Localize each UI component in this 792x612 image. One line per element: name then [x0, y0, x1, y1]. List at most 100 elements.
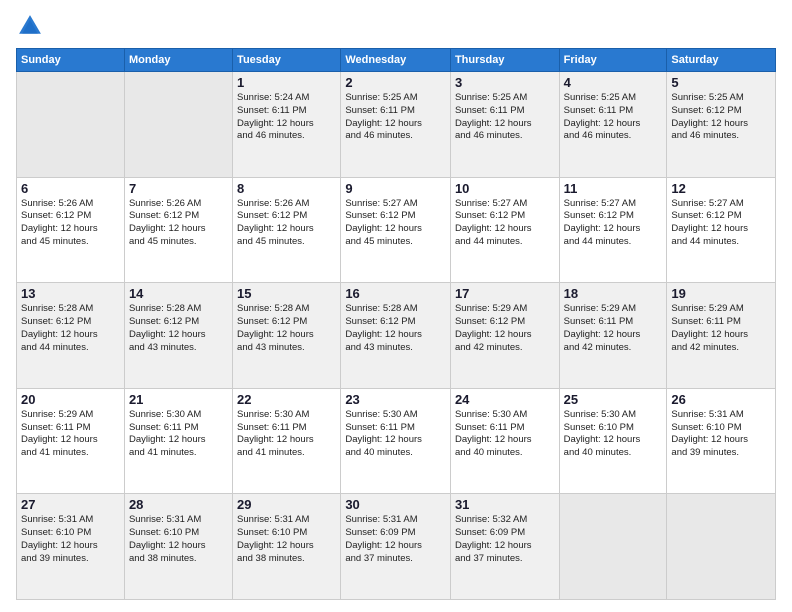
- day-detail: Sunrise: 5:26 AM Sunset: 6:12 PM Dayligh…: [237, 198, 336, 249]
- day-number: 22: [237, 392, 336, 407]
- calendar-cell: 14 Sunrise: 5:28 AM Sunset: 6:12 PM Dayli…: [124, 283, 232, 389]
- day-number: 12: [671, 181, 771, 196]
- calendar-cell: 8 Sunrise: 5:26 AM Sunset: 6:12 PM Daylig…: [233, 177, 341, 283]
- day-detail: Sunrise: 5:25 AM Sunset: 6:11 PM Dayligh…: [455, 92, 555, 143]
- day-detail: Sunrise: 5:27 AM Sunset: 6:12 PM Dayligh…: [345, 198, 446, 249]
- day-number: 9: [345, 181, 446, 196]
- calendar-cell: 11 Sunrise: 5:27 AM Sunset: 6:12 PM Dayli…: [559, 177, 667, 283]
- calendar-cell: 19 Sunrise: 5:29 AM Sunset: 6:11 PM Dayli…: [667, 283, 776, 389]
- calendar-cell: 23Sunrise: 5:30 AM Sunset: 6:11 PM Dayli…: [341, 388, 451, 494]
- day-detail: Sunrise: 5:25 AM Sunset: 6:11 PM Dayligh…: [345, 92, 446, 143]
- day-detail: Sunrise: 5:28 AM Sunset: 6:12 PM Dayligh…: [237, 303, 336, 354]
- day-detail: Sunrise: 5:27 AM Sunset: 6:12 PM Dayligh…: [564, 198, 663, 249]
- day-number: 13: [21, 286, 120, 301]
- day-number: 31: [455, 497, 555, 512]
- day-number: 21: [129, 392, 228, 407]
- calendar-day-header: Monday: [124, 49, 232, 72]
- calendar-cell: 18Sunrise: 5:29 AM Sunset: 6:11 PM Dayli…: [559, 283, 667, 389]
- calendar-cell: 13 Sunrise: 5:28 AM Sunset: 6:12 PM Dayli…: [17, 283, 125, 389]
- day-number: 28: [129, 497, 228, 512]
- day-number: 20: [21, 392, 120, 407]
- calendar-header-row: SundayMondayTuesdayWednesdayThursdayFrid…: [17, 49, 776, 72]
- calendar-cell: 4 Sunrise: 5:25 AM Sunset: 6:11 PM Daylig…: [559, 72, 667, 178]
- calendar-cell: 12 Sunrise: 5:27 AM Sunset: 6:12 PM Dayli…: [667, 177, 776, 283]
- day-detail: Sunrise: 5:26 AM Sunset: 6:12 PM Dayligh…: [129, 198, 228, 249]
- calendar-cell: 28 Sunrise: 5:31 AM Sunset: 6:10 PM Dayli…: [124, 494, 232, 600]
- calendar-day-header: Wednesday: [341, 49, 451, 72]
- calendar-cell: 25Sunrise: 5:30 AM Sunset: 6:10 PM Dayli…: [559, 388, 667, 494]
- calendar-cell: 27Sunrise: 5:31 AM Sunset: 6:10 PM Dayli…: [17, 494, 125, 600]
- header: [16, 12, 776, 40]
- calendar-cell: [17, 72, 125, 178]
- day-detail: Sunrise: 5:28 AM Sunset: 6:12 PM Dayligh…: [21, 303, 120, 354]
- calendar-cell: 5Sunrise: 5:25 AM Sunset: 6:12 PM Daylig…: [667, 72, 776, 178]
- calendar-cell: 21 Sunrise: 5:30 AM Sunset: 6:11 PM Dayli…: [124, 388, 232, 494]
- calendar-cell: 20 Sunrise: 5:29 AM Sunset: 6:11 PM Dayli…: [17, 388, 125, 494]
- calendar-day-header: Tuesday: [233, 49, 341, 72]
- day-detail: Sunrise: 5:31 AM Sunset: 6:09 PM Dayligh…: [345, 514, 446, 565]
- logo-icon: [16, 12, 44, 40]
- day-number: 4: [564, 75, 663, 90]
- day-detail: Sunrise: 5:24 AM Sunset: 6:11 PM Dayligh…: [237, 92, 336, 143]
- calendar-day-header: Thursday: [450, 49, 559, 72]
- calendar-cell: 3 Sunrise: 5:25 AM Sunset: 6:11 PM Daylig…: [450, 72, 559, 178]
- calendar-cell: 17Sunrise: 5:29 AM Sunset: 6:12 PM Dayli…: [450, 283, 559, 389]
- day-detail: Sunrise: 5:28 AM Sunset: 6:12 PM Dayligh…: [129, 303, 228, 354]
- day-detail: Sunrise: 5:29 AM Sunset: 6:11 PM Dayligh…: [671, 303, 771, 354]
- day-detail: Sunrise: 5:30 AM Sunset: 6:11 PM Dayligh…: [455, 409, 555, 460]
- day-number: 3: [455, 75, 555, 90]
- day-detail: Sunrise: 5:31 AM Sunset: 6:10 PM Dayligh…: [21, 514, 120, 565]
- calendar-week-row: 1 Sunrise: 5:24 AM Sunset: 6:11 PM Daylig…: [17, 72, 776, 178]
- day-detail: Sunrise: 5:30 AM Sunset: 6:11 PM Dayligh…: [129, 409, 228, 460]
- calendar-cell: 2 Sunrise: 5:25 AM Sunset: 6:11 PM Daylig…: [341, 72, 451, 178]
- day-number: 2: [345, 75, 446, 90]
- day-number: 30: [345, 497, 446, 512]
- day-detail: Sunrise: 5:25 AM Sunset: 6:11 PM Dayligh…: [564, 92, 663, 143]
- calendar-week-row: 13 Sunrise: 5:28 AM Sunset: 6:12 PM Dayli…: [17, 283, 776, 389]
- day-number: 10: [455, 181, 555, 196]
- day-detail: Sunrise: 5:29 AM Sunset: 6:11 PM Dayligh…: [564, 303, 663, 354]
- day-number: 1: [237, 75, 336, 90]
- day-number: 11: [564, 181, 663, 196]
- day-detail: Sunrise: 5:28 AM Sunset: 6:12 PM Dayligh…: [345, 303, 446, 354]
- day-number: 6: [21, 181, 120, 196]
- day-number: 19: [671, 286, 771, 301]
- calendar-cell: 15 Sunrise: 5:28 AM Sunset: 6:12 PM Dayli…: [233, 283, 341, 389]
- day-detail: Sunrise: 5:27 AM Sunset: 6:12 PM Dayligh…: [455, 198, 555, 249]
- page: SundayMondayTuesdayWednesdayThursdayFrid…: [0, 0, 792, 612]
- calendar-cell: 26 Sunrise: 5:31 AM Sunset: 6:10 PM Dayli…: [667, 388, 776, 494]
- calendar-cell: 9 Sunrise: 5:27 AM Sunset: 6:12 PM Daylig…: [341, 177, 451, 283]
- calendar-week-row: 6 Sunrise: 5:26 AM Sunset: 6:12 PM Daylig…: [17, 177, 776, 283]
- day-detail: Sunrise: 5:32 AM Sunset: 6:09 PM Dayligh…: [455, 514, 555, 565]
- day-number: 14: [129, 286, 228, 301]
- day-detail: Sunrise: 5:31 AM Sunset: 6:10 PM Dayligh…: [129, 514, 228, 565]
- calendar-cell: 7 Sunrise: 5:26 AM Sunset: 6:12 PM Daylig…: [124, 177, 232, 283]
- calendar-cell: [559, 494, 667, 600]
- day-number: 8: [237, 181, 336, 196]
- day-detail: Sunrise: 5:31 AM Sunset: 6:10 PM Dayligh…: [237, 514, 336, 565]
- day-detail: Sunrise: 5:26 AM Sunset: 6:12 PM Dayligh…: [21, 198, 120, 249]
- calendar-day-header: Sunday: [17, 49, 125, 72]
- day-number: 7: [129, 181, 228, 196]
- calendar-cell: [124, 72, 232, 178]
- day-number: 15: [237, 286, 336, 301]
- calendar-cell: 29Sunrise: 5:31 AM Sunset: 6:10 PM Dayli…: [233, 494, 341, 600]
- day-detail: Sunrise: 5:30 AM Sunset: 6:11 PM Dayligh…: [237, 409, 336, 460]
- calendar-day-header: Friday: [559, 49, 667, 72]
- calendar-cell: 30 Sunrise: 5:31 AM Sunset: 6:09 PM Dayli…: [341, 494, 451, 600]
- calendar-week-row: 20 Sunrise: 5:29 AM Sunset: 6:11 PM Dayli…: [17, 388, 776, 494]
- calendar-day-header: Saturday: [667, 49, 776, 72]
- day-detail: Sunrise: 5:29 AM Sunset: 6:11 PM Dayligh…: [21, 409, 120, 460]
- day-number: 25: [564, 392, 663, 407]
- calendar-table: SundayMondayTuesdayWednesdayThursdayFrid…: [16, 48, 776, 600]
- day-number: 24: [455, 392, 555, 407]
- day-detail: Sunrise: 5:31 AM Sunset: 6:10 PM Dayligh…: [671, 409, 771, 460]
- calendar-cell: 16Sunrise: 5:28 AM Sunset: 6:12 PM Dayli…: [341, 283, 451, 389]
- calendar-cell: 24 Sunrise: 5:30 AM Sunset: 6:11 PM Dayli…: [450, 388, 559, 494]
- day-number: 5: [671, 75, 771, 90]
- day-detail: Sunrise: 5:30 AM Sunset: 6:11 PM Dayligh…: [345, 409, 446, 460]
- day-number: 26: [671, 392, 771, 407]
- calendar-cell: 31 Sunrise: 5:32 AM Sunset: 6:09 PM Dayli…: [450, 494, 559, 600]
- day-number: 17: [455, 286, 555, 301]
- day-detail: Sunrise: 5:27 AM Sunset: 6:12 PM Dayligh…: [671, 198, 771, 249]
